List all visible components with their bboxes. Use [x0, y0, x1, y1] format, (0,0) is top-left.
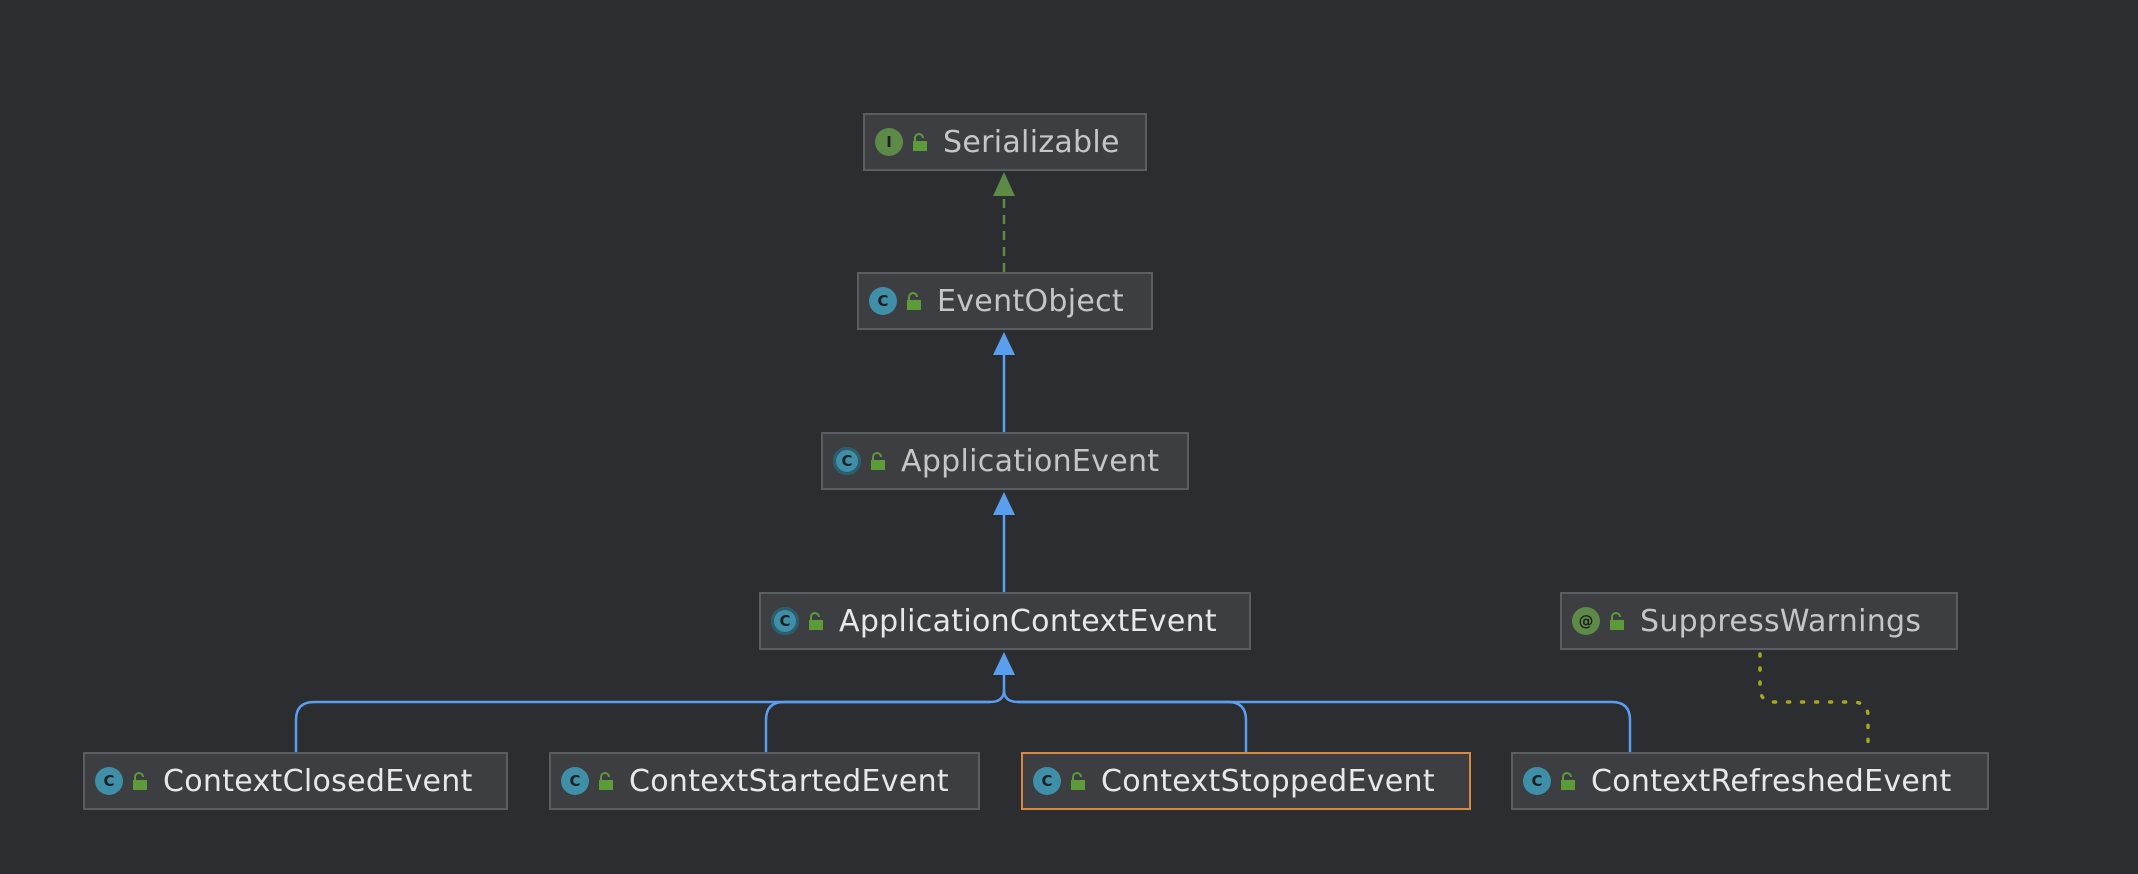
lock-open-icon: [133, 772, 147, 790]
class-icon: C: [1033, 767, 1061, 795]
lock-open-icon: [871, 452, 885, 470]
diagram-canvas: I Serializable C EventObject C Applicati…: [0, 0, 2138, 874]
abstract-class-icon: C: [771, 607, 799, 635]
lock-open-icon: [1610, 612, 1624, 630]
interface-icon: I: [875, 128, 903, 156]
node-contextstartedevent[interactable]: C ContextStartedEvent: [549, 752, 980, 810]
node-label: Serializable: [943, 124, 1120, 160]
lock-open-icon: [1561, 772, 1575, 790]
node-applicationcontextevent[interactable]: C ApplicationContextEvent: [759, 592, 1251, 650]
node-label: ContextClosedEvent: [163, 763, 473, 799]
node-label: ContextRefreshedEvent: [1591, 763, 1952, 799]
node-suppresswarnings[interactable]: @ SuppressWarnings: [1560, 592, 1958, 650]
node-contextstoppedevent[interactable]: C ContextStoppedEvent: [1021, 752, 1471, 810]
class-icon: C: [561, 767, 589, 795]
lock-open-icon: [599, 772, 613, 790]
arrowhead-serializable: [993, 172, 1015, 196]
class-icon: C: [869, 287, 897, 315]
edge-extends-contextstoppedevent: [1002, 689, 1248, 752]
edge-extends-contextrefreshedevent: [1018, 700, 1632, 752]
lock-open-icon: [1071, 772, 1085, 790]
lock-open-icon: [907, 292, 921, 310]
node-label: ApplicationEvent: [901, 443, 1160, 479]
node-label: ApplicationContextEvent: [839, 603, 1217, 639]
node-label: EventObject: [937, 283, 1124, 319]
node-label: ContextStoppedEvent: [1101, 763, 1435, 799]
class-icon: C: [95, 767, 123, 795]
node-applicationevent[interactable]: C ApplicationEvent: [821, 432, 1189, 490]
arrowhead-applicationcontextevent: [993, 652, 1015, 675]
node-serializable[interactable]: I Serializable: [863, 113, 1147, 171]
lock-open-icon: [809, 612, 823, 630]
annotation-icon: @: [1572, 607, 1600, 635]
edge-annotation-suppresswarnings: [1758, 652, 1870, 746]
lock-open-icon: [913, 133, 927, 151]
node-label: SuppressWarnings: [1640, 603, 1922, 639]
class-icon: C: [1523, 767, 1551, 795]
arrowhead-eventobject: [993, 332, 1015, 355]
node-contextclosedevent[interactable]: C ContextClosedEvent: [83, 752, 508, 810]
node-label: ContextStartedEvent: [629, 763, 949, 799]
node-contextrefreshedevent[interactable]: C ContextRefreshedEvent: [1511, 752, 1989, 810]
abstract-class-icon: C: [833, 447, 861, 475]
arrowhead-applicationevent: [993, 492, 1015, 515]
edge-extends-contextclosedevent: [294, 673, 1006, 752]
node-eventobject[interactable]: C EventObject: [857, 272, 1153, 330]
edge-extends-contextstartedevent: [764, 700, 990, 752]
